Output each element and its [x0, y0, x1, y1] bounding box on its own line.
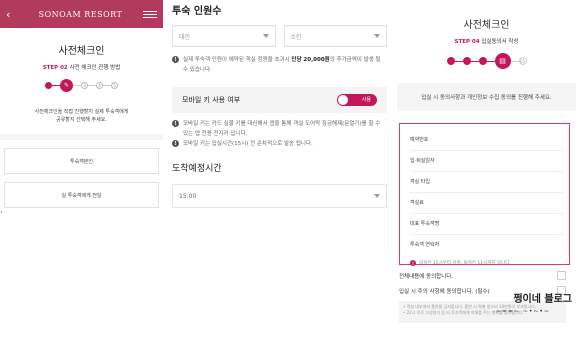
self-checkin-button[interactable]: 투숙객본인	[4, 148, 159, 174]
info-icon: !	[410, 260, 416, 266]
step-connector	[454, 60, 463, 62]
agree-all-row[interactable]: 전체내용에 동의합니다.	[393, 271, 580, 280]
progress-stepper: ▤ 05	[393, 53, 580, 69]
instruction-line: 공유할지 선택해 주세요.	[56, 117, 107, 123]
step-pending-dot: 3	[81, 82, 88, 89]
arrival-time-title: 도착예정시간	[172, 164, 222, 174]
step-pending-dot: 5	[111, 82, 118, 89]
mobile-key-row: 모바일 키 사용 여부 사용	[172, 87, 387, 113]
progress-stepper: ✎ 3 4 5	[0, 79, 163, 92]
step-done-dot	[446, 57, 455, 65]
checkin-time-text: 입실은 15시부터 이며, 퇴실은 11시까지 입니다.	[419, 261, 511, 266]
reservation-info-box: 예약번호 입·퇴실일자 객실 타입 객실료 대표 투숙객명 투숙객 연락처 ! …	[399, 123, 570, 266]
step-done-dot	[478, 57, 487, 65]
step-connector	[470, 60, 479, 62]
instruction-line: 사전체크인을 직접 진행할지 실제 투숙객에게	[34, 109, 129, 115]
step-done-dot	[45, 82, 52, 89]
step-pending-dot: 4	[96, 82, 103, 89]
step4-panel: 사전체크인 STEP 04 입실동의서 작성 ▤ 05 입실 시 동의사항과 개…	[393, 0, 580, 340]
arrival-time-value: 15:00	[179, 192, 197, 200]
mobile-key-label: 모바일 키 사용 여부	[182, 96, 241, 104]
step-pending-dot: 05	[518, 57, 527, 65]
guest-name-row: 대표 투숙객명	[410, 214, 565, 235]
step-number: STEP 04	[454, 39, 480, 45]
child-select-label: 소인	[290, 33, 302, 41]
step-caption: STEP 02 사전 체크인 진행 방법	[0, 63, 163, 71]
step2-panel: ‹ SONOAM RESORT 사전체크인 STEP 02 사전 체크인 진행 …	[0, 0, 163, 340]
step-description: 입실동의서 작성	[481, 39, 519, 45]
mobile-key-toggle[interactable]: 사용	[337, 94, 377, 106]
guest-count-selects: 대인 소인	[168, 21, 391, 47]
info-icon: !	[172, 56, 179, 63]
app-header: ‹ SONOAM RESORT	[0, 0, 163, 28]
reservation-number-row: 예약번호	[410, 130, 565, 151]
step-connector	[52, 85, 60, 86]
notice-text: 실제 투숙객 인원이 예약된 객실 정원을 초과시 인당 20,000원의 추가…	[183, 55, 387, 75]
agree-all-label: 전체내용에 동의합니다.	[399, 273, 454, 280]
adult-count-select[interactable]: 대인	[172, 25, 276, 47]
room-rate-row: 객실료	[410, 193, 565, 214]
notice-highlight: 인당 20,000원	[291, 57, 330, 63]
consent-banner: 입실 시 동의사항과 개인정보 수집 동의를 진행해 주세요.	[397, 83, 576, 111]
checkin-time-note: ! 입실은 15시부터 이며, 퇴실은 11시까지 입니다.	[410, 260, 565, 266]
scroll-left-icon[interactable]: ‹	[0, 208, 3, 216]
room-type-row: 객실 타입	[410, 172, 565, 193]
step-connector	[88, 85, 96, 86]
mobile-key-schedule: ! 모바일 키는 입실시간(15시) 전 순차적으로 발송 됩니다.	[168, 139, 391, 149]
step-connector	[103, 85, 111, 86]
hamburger-menu-icon[interactable]	[143, 9, 157, 20]
toggle-label: 사용	[361, 97, 371, 103]
share-icon: ✎	[60, 79, 73, 92]
extra-charge-notice: ! 실제 투숙객 인원이 예약된 객실 정원을 초과시 인당 20,000원의 …	[168, 55, 391, 75]
step-connector	[73, 85, 81, 86]
blog-watermark: 쩡이네 블로그	[513, 294, 572, 305]
section-divider	[0, 134, 163, 140]
arrival-time-select[interactable]: 15:00	[172, 184, 387, 208]
mobile-key-schedule-text: 모바일 키는 입실시간(15시) 전 순차적으로 발송 됩니다.	[183, 141, 313, 147]
step-description: 사전 체크인 진행 방법	[69, 65, 121, 71]
mobile-key-info: ! 모바일 키는 카드 실물 키를 대신해서 앱을 통해 객실 도어락 잠금해제…	[168, 119, 391, 139]
back-icon[interactable]: ‹	[6, 8, 18, 21]
watermark-decoration: ~≈≈~ ~•~•~	[495, 308, 550, 315]
info-icon: !	[172, 120, 179, 127]
guest-info-panel: 투숙 인원수 대인 소인 ! 실제 투숙객 인원이 예약된 객실 정원을 초과시…	[168, 0, 391, 340]
brand-title: SONOAM RESORT	[38, 9, 123, 19]
notice-part: 실제 투숙객 인원이 예약된 객실 정원을 초과시	[183, 57, 292, 63]
stay-dates-row: 입·퇴실일자	[410, 151, 565, 172]
agree-rules-label: 입실 시 주의 사항에 동의합니다. (필수)	[399, 288, 490, 295]
adult-select-label: 대인	[179, 33, 191, 41]
guest-contact-row: 투숙객 연락처	[410, 242, 440, 248]
step-connector	[510, 60, 519, 62]
instruction-text: 사전체크인을 직접 진행할지 실제 투숙객에게 공유할지 선택해 주세요.	[8, 108, 155, 124]
step-number: STEP 02	[42, 65, 68, 71]
step-connector	[486, 60, 495, 62]
child-count-select[interactable]: 소인	[283, 25, 387, 47]
chevron-down-icon	[374, 194, 380, 198]
toggle-knob	[338, 95, 348, 105]
page-title: 사전체크인	[58, 46, 105, 57]
guest-count-title: 투숙 인원수	[172, 6, 222, 17]
mobile-key-info-text: 모바일 키는 카드 실물 키를 대신해서 앱을 통해 객실 도어락 잠금해제(문…	[183, 121, 381, 137]
step-caption: STEP 04 입실동의서 작성	[393, 37, 580, 45]
form-icon: ▤	[494, 53, 511, 69]
chevron-down-icon	[374, 34, 380, 38]
agree-all-checkbox[interactable]	[557, 271, 566, 280]
chevron-down-icon	[262, 34, 269, 38]
info-icon: !	[172, 140, 179, 147]
step-done-dot	[462, 57, 471, 65]
share-guest-button[interactable]: 실 투숙객에게 전달	[4, 182, 159, 208]
page-title: 사전체크인	[463, 20, 510, 31]
